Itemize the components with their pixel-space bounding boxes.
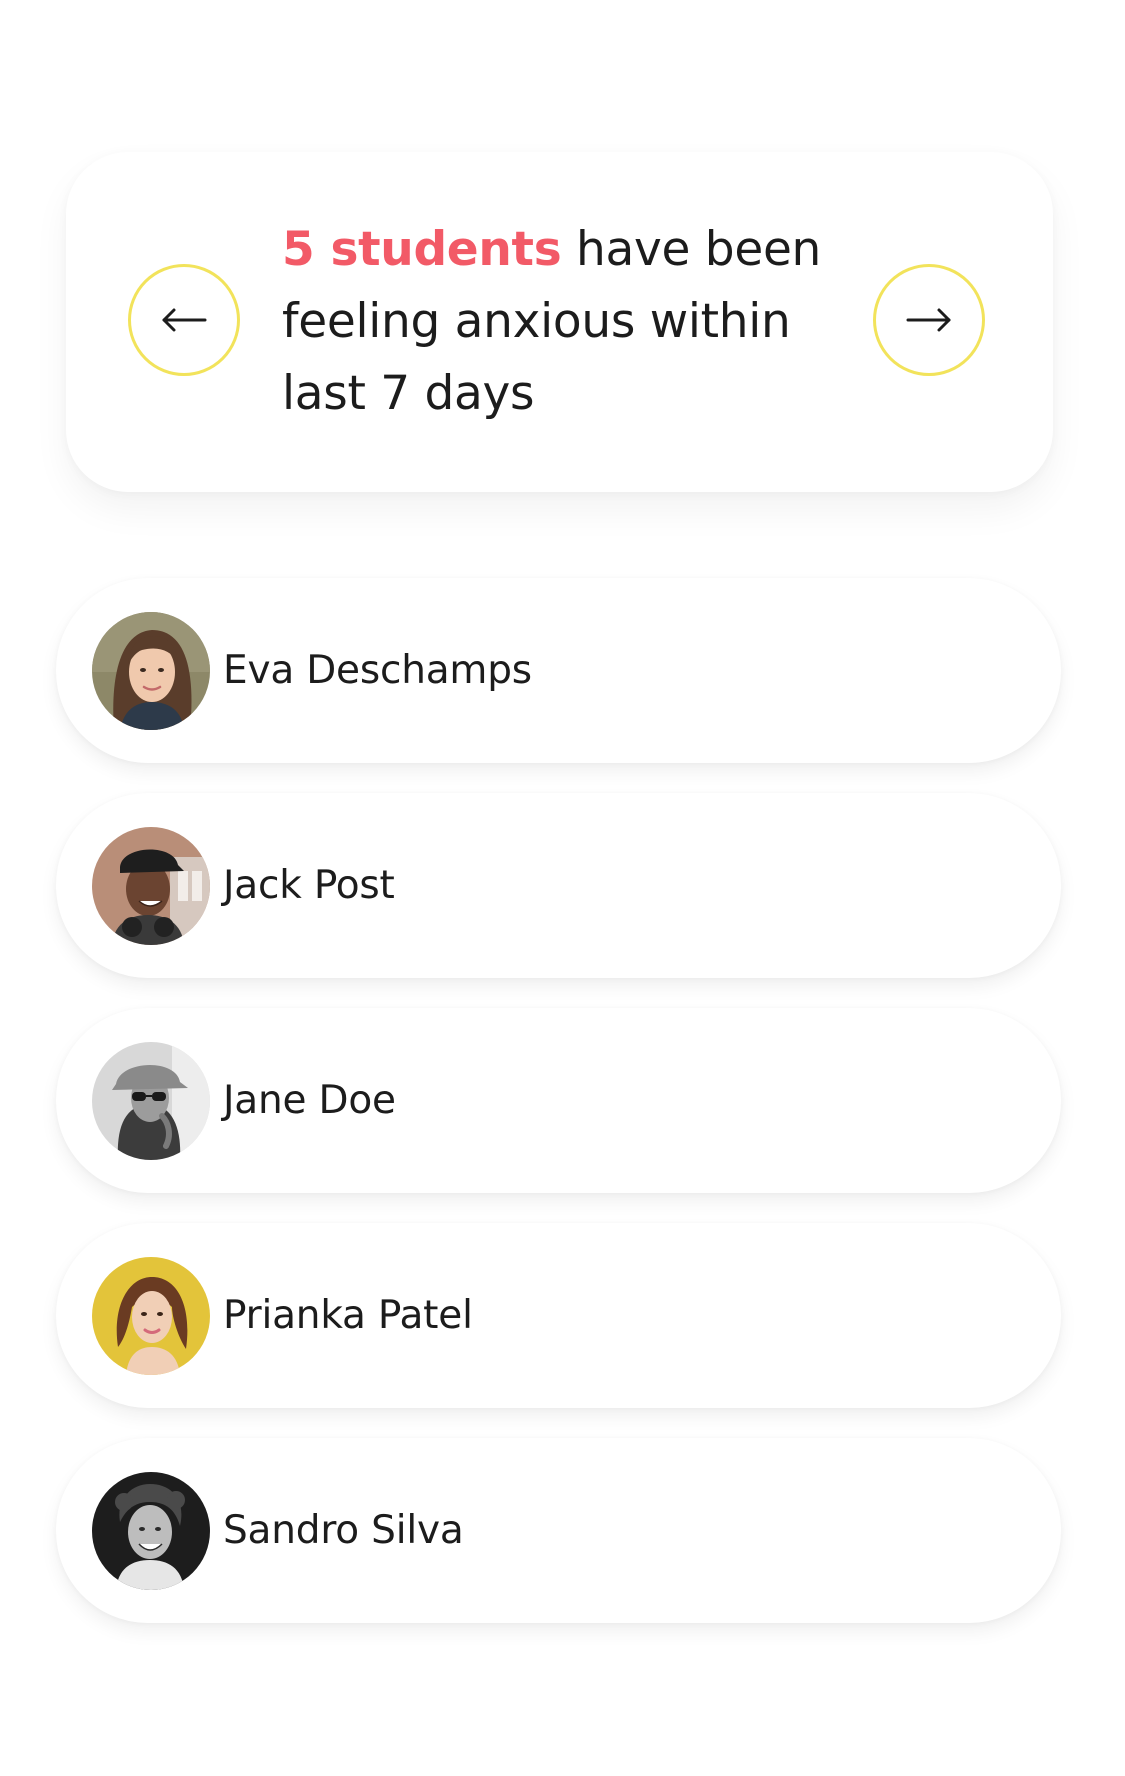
next-button[interactable]: [873, 264, 985, 376]
arrow-right-icon: [906, 308, 951, 332]
student-count-highlight: 5 students: [282, 222, 562, 277]
anxiety-summary-card: 5 students have been feeling anxious wit…: [66, 152, 1053, 492]
student-list-item[interactable]: Jane Doe: [56, 1008, 1061, 1193]
summary-message: 5 students have been feeling anxious wit…: [282, 214, 842, 430]
arrow-left-icon: [162, 308, 207, 332]
avatar: [92, 611, 210, 730]
avatar: [92, 1041, 210, 1160]
student-name: Eva Deschamps: [223, 648, 532, 693]
avatar: [92, 1471, 210, 1590]
student-list-item[interactable]: Prianka Patel: [56, 1223, 1061, 1408]
avatar: [92, 826, 210, 945]
student-list-item[interactable]: Jack Post: [56, 793, 1061, 978]
student-list-item[interactable]: Sandro Silva: [56, 1438, 1061, 1623]
previous-button[interactable]: [128, 264, 240, 376]
student-name: Prianka Patel: [223, 1293, 473, 1338]
student-list: Eva Deschamps Jack Post Jane Doe Prianka…: [56, 578, 1061, 1653]
avatar: [92, 1256, 210, 1375]
student-name: Jack Post: [223, 863, 395, 908]
student-name: Jane Doe: [223, 1078, 396, 1123]
student-list-item[interactable]: Eva Deschamps: [56, 578, 1061, 763]
student-name: Sandro Silva: [223, 1508, 464, 1553]
